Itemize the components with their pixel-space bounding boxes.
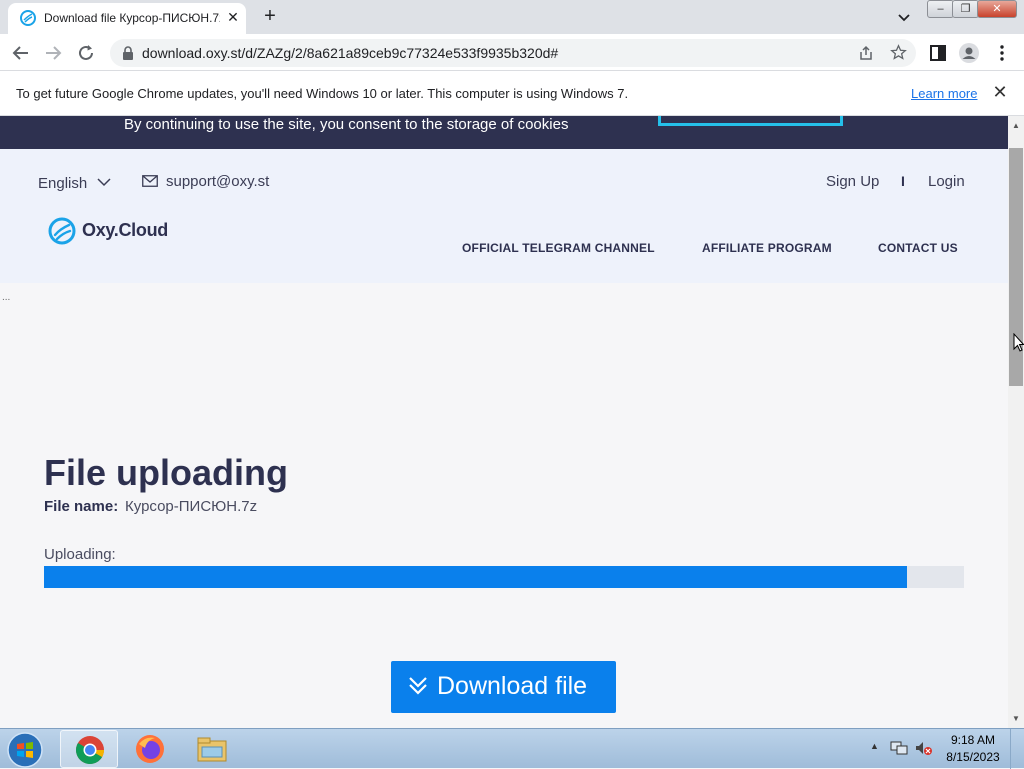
tab-strip: Download file Курсор-ПИСЮН.7z ✕ + – ❐ ✕ (0, 0, 1024, 34)
nav-telegram-channel[interactable]: OFFICIAL TELEGRAM CHANNEL (462, 241, 655, 255)
back-icon[interactable] (10, 42, 32, 64)
scroll-up-icon[interactable]: ▲ (1012, 121, 1020, 130)
restore-button[interactable]: ❐ (952, 0, 979, 18)
browser-tab[interactable]: Download file Курсор-ПИСЮН.7z ✕ (8, 3, 246, 34)
page-title: File uploading (44, 452, 288, 493)
taskbar-chrome[interactable] (60, 730, 118, 768)
chrome-icon (76, 736, 104, 764)
clock-time[interactable]: 9:18 AM (946, 733, 1000, 747)
forward-icon[interactable] (42, 42, 64, 64)
file-name-value: Курсор-ПИСЮН.7z (125, 498, 258, 515)
minimize-button[interactable]: – (927, 0, 954, 18)
stray-dots: ... (2, 292, 11, 303)
mouse-cursor-icon (1013, 333, 1024, 352)
page-scrollbar[interactable]: ▲ ▼ (1008, 116, 1024, 728)
lock-icon[interactable] (122, 46, 134, 60)
mail-icon (142, 175, 158, 187)
browser-toolbar: download.oxy.st/d/ZAZg/2/8a621a89ceb9c77… (0, 34, 1024, 71)
windows-taskbar: ▲ 9:18 AM 8/15/2023 (0, 728, 1024, 769)
upload-progress-fill (44, 566, 907, 588)
taskbar-file-explorer[interactable] (182, 730, 240, 768)
network-icon[interactable] (890, 740, 908, 756)
learn-more-link[interactable]: Learn more (911, 86, 977, 101)
double-chevron-down-icon (409, 677, 427, 695)
download-button-label: Download file (437, 672, 588, 700)
support-email-link[interactable]: support@oxy.st (166, 173, 269, 190)
tab-search-icon[interactable] (894, 7, 914, 27)
cookie-consent-text: By continuing to use the site, you conse… (124, 116, 569, 133)
share-icon[interactable] (858, 45, 874, 61)
upload-progress-bar (44, 566, 964, 588)
menu-icon[interactable] (991, 42, 1013, 64)
reload-icon[interactable] (75, 42, 97, 64)
address-bar[interactable]: download.oxy.st/d/ZAZg/2/8a621a89ceb9c77… (110, 39, 916, 67)
download-file-button[interactable]: Download file (391, 661, 616, 713)
taskbar-firefox[interactable] (121, 730, 179, 768)
cookie-accept-button[interactable] (658, 116, 843, 126)
windows-start-icon[interactable] (6, 731, 44, 769)
site-header: English support@oxy.st Sign Up I Login O… (0, 149, 1008, 283)
oxy-logo-icon[interactable] (48, 217, 76, 245)
infobar-close-icon[interactable]: ✕ (990, 82, 1010, 102)
cookie-bar: By continuing to use the site, you conse… (0, 116, 1008, 149)
url-text[interactable]: download.oxy.st/d/ZAZg/2/8a621a89ceb9c77… (142, 45, 558, 61)
web-page: By continuing to use the site, you conse… (0, 116, 1008, 728)
firefox-icon (136, 735, 164, 763)
volume-muted-icon[interactable] (914, 740, 932, 756)
login-link[interactable]: Login (928, 173, 965, 190)
update-infobar: To get future Google Chrome updates, you… (0, 71, 1024, 116)
clock-date[interactable]: 8/15/2023 (940, 750, 1006, 764)
site-logo-text[interactable]: Oxy.Cloud (82, 220, 168, 241)
uploading-label: Uploading: (44, 546, 116, 563)
new-tab-button[interactable]: + (258, 5, 282, 29)
oxy-favicon-icon (20, 10, 36, 26)
file-explorer-icon (197, 737, 227, 762)
show-desktop-button[interactable] (1010, 729, 1024, 769)
bookmark-star-icon[interactable] (890, 44, 907, 61)
tab-title: Download file Курсор-ПИСЮН.7z (44, 11, 220, 25)
tab-close-icon[interactable]: ✕ (224, 8, 242, 26)
window-close-button[interactable]: ✕ (977, 0, 1017, 18)
auth-separator: I (901, 173, 905, 189)
file-name-label: File name: (44, 498, 119, 515)
profile-icon[interactable] (958, 42, 980, 64)
language-selector[interactable]: English (38, 175, 87, 192)
nav-affiliate-program[interactable]: AFFILIATE PROGRAM (702, 241, 832, 255)
side-panel-icon[interactable] (927, 42, 949, 64)
infobar-message: To get future Google Chrome updates, you… (16, 86, 629, 101)
chevron-down-icon[interactable] (97, 177, 111, 187)
nav-contact-us[interactable]: CONTACT US (878, 241, 958, 255)
sign-up-link[interactable]: Sign Up (826, 173, 879, 190)
tray-expand-icon[interactable]: ▲ (870, 741, 879, 751)
scroll-down-icon[interactable]: ▼ (1012, 714, 1020, 723)
